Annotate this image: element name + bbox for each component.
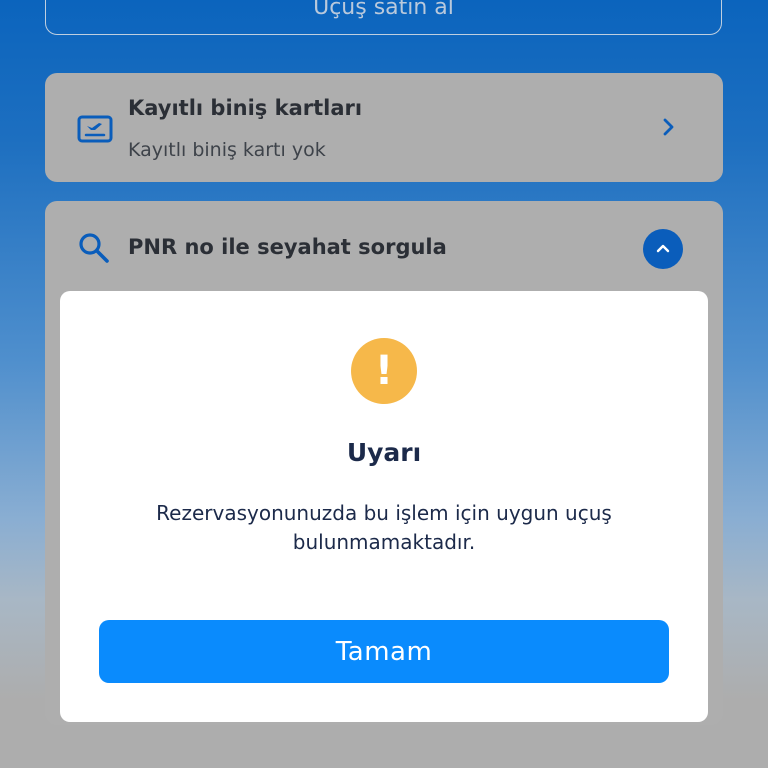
collapse-toggle-button[interactable] [643, 229, 683, 269]
saved-boarding-passes-card[interactable]: Kayıtlı biniş kartları Kayıtlı biniş kar… [45, 73, 723, 182]
chevron-right-icon [661, 115, 677, 139]
warning-dialog: ! Uyarı Rezervasyonunuzda bu işlem için … [60, 291, 708, 722]
boarding-passes-title: Kayıtlı biniş kartları [128, 96, 363, 120]
warning-icon-glyph: ! [374, 348, 394, 394]
boarding-pass-icon [77, 111, 113, 147]
chevron-up-icon [655, 240, 671, 259]
warning-icon: ! [351, 338, 417, 404]
pnr-query-title: PNR no ile seyahat sorgula [128, 235, 447, 259]
dialog-title: Uyarı [346, 438, 422, 467]
buy-flight-label: Uçuş satın al [313, 0, 454, 20]
ok-button[interactable]: Tamam [99, 620, 669, 683]
buy-flight-button[interactable]: Uçuş satın al [45, 0, 722, 35]
boarding-passes-subtitle: Kayıtlı biniş kartı yok [128, 139, 326, 161]
dialog-message: Rezervasyonunuzda bu işlem için uygun uç… [156, 501, 612, 554]
search-icon [77, 231, 111, 265]
